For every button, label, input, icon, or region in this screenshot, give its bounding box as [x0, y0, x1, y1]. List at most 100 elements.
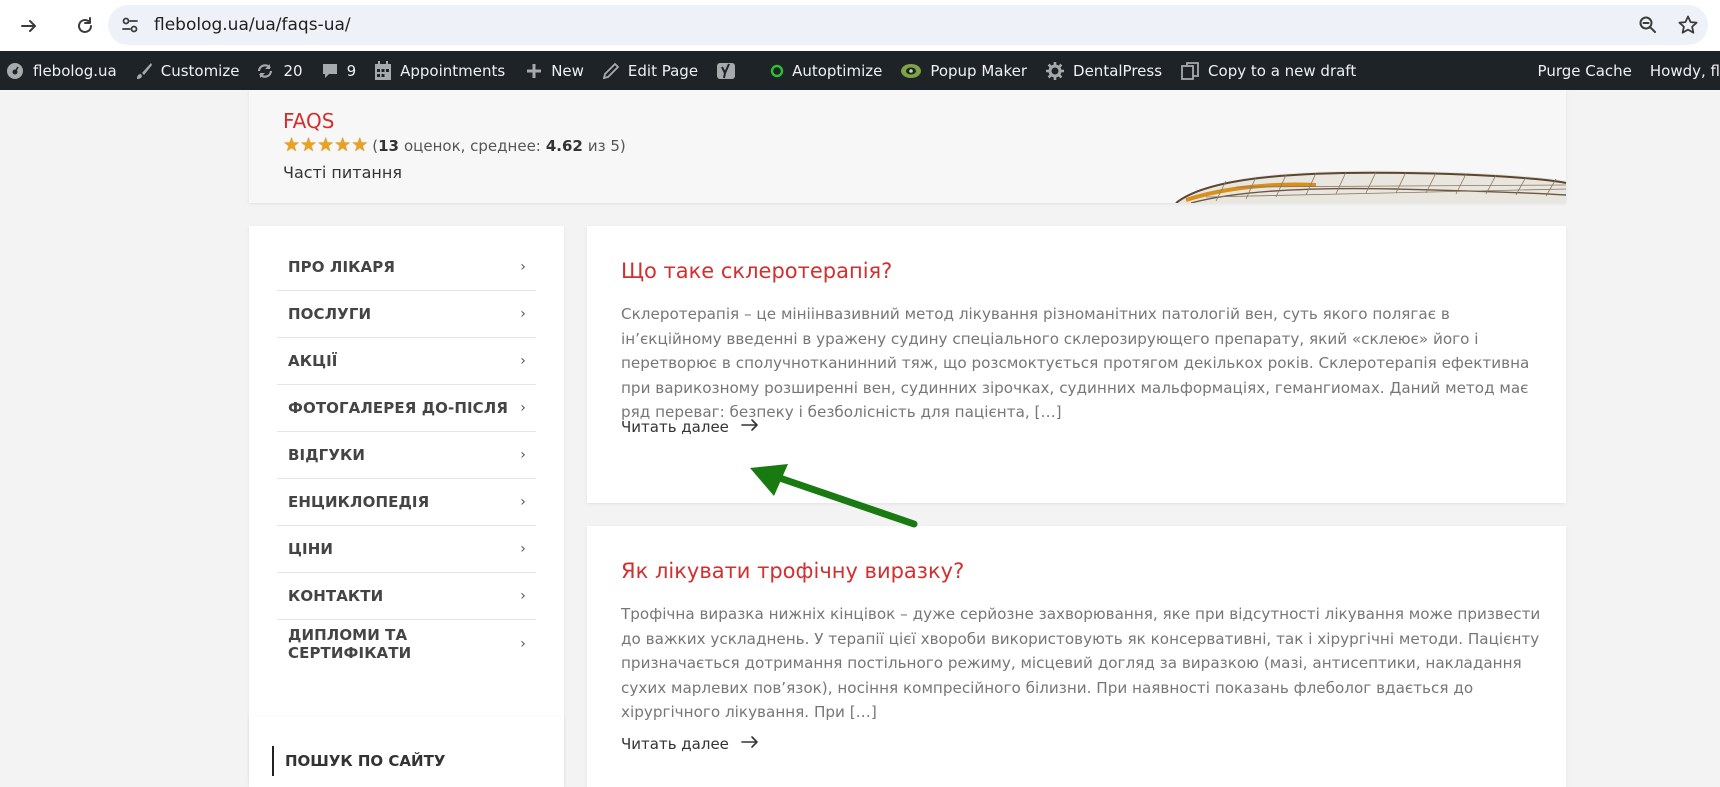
chevron-right-icon: ›	[520, 541, 526, 557]
admin-customize[interactable]: Customize	[129, 51, 246, 90]
arrow-right-icon	[741, 417, 759, 437]
sidebar-item-about-doctor[interactable]: ПРО ЛІКАРЯ ›	[277, 244, 536, 291]
admin-copy-draft-label: Copy to a new draft	[1208, 61, 1357, 80]
address-bar[interactable]: flebolog.ua/ua/faqs-ua/	[108, 5, 1708, 45]
admin-purge-cache[interactable]: Purge Cache	[1532, 51, 1638, 90]
read-more-label: Читать далее	[621, 735, 729, 753]
zoom-icon[interactable]	[1628, 5, 1668, 45]
yoast-icon	[716, 61, 736, 81]
sidebar-item-gallery[interactable]: ФОТОГАЛЕРЕЯ ДО-ПІСЛЯ ›	[277, 385, 536, 432]
star-icon[interactable]: ★	[317, 136, 334, 155]
sidebar-item-label: ФОТОГАЛЕРЕЯ ДО-ПІСЛЯ	[288, 399, 508, 417]
admin-appointments[interactable]: Appointments	[368, 51, 511, 90]
updates-icon	[255, 62, 275, 80]
dashboard-icon	[5, 61, 25, 81]
admin-edit-page[interactable]: Edit Page	[596, 51, 704, 90]
sidebar-item-label: АКЦІЇ	[288, 352, 338, 370]
admin-dentalpress-label: DentalPress	[1073, 61, 1163, 80]
read-more-link[interactable]: Читать далее	[621, 734, 759, 754]
chevron-right-icon: ›	[520, 306, 526, 322]
admin-new-label: New	[551, 61, 584, 80]
autoptimize-status-icon	[770, 64, 784, 78]
sidebar-item-contacts[interactable]: КОНТАКТИ ›	[277, 573, 536, 620]
admin-howdy-label: Howdy, fl	[1649, 61, 1720, 80]
site-settings-icon[interactable]	[118, 13, 142, 37]
admin-site-link[interactable]: flebolog.ua	[0, 51, 123, 90]
chevron-right-icon: ›	[520, 353, 526, 369]
admin-comments[interactable]: 9	[315, 51, 363, 90]
admin-updates[interactable]: 20	[249, 51, 308, 90]
chevron-right-icon: ›	[520, 635, 526, 652]
search-widget: ПОШУК ПО САЙТУ	[249, 716, 564, 787]
sidebar-item-label: ПОСЛУГИ	[288, 305, 372, 323]
sidebar-item-prices[interactable]: ЦІНИ ›	[277, 526, 536, 573]
admin-account[interactable]: Howdy, fl	[1644, 51, 1720, 90]
sidebar-item-label: ДИПЛОМИ ТА СЕРТИФІКАТИ	[288, 625, 412, 662]
post-title-link[interactable]: Як лікувати трофічну виразку?	[621, 559, 964, 583]
admin-copy-draft[interactable]: Copy to a new draft	[1174, 51, 1362, 90]
read-more-link[interactable]: Читать далее	[621, 417, 759, 437]
post-excerpt: Склеротерапія – це мініінвазивний метод …	[621, 305, 1530, 422]
page-content: FAQS ★ ★ ★ ★ ★ ( 13 оценок, среднее: 4.6…	[0, 90, 1720, 787]
sidebar-item-label: ЦІНИ	[288, 540, 334, 558]
comments-icon	[321, 62, 339, 80]
dragonfly-wing-image	[1175, 170, 1566, 203]
pencil-icon	[602, 62, 620, 80]
admin-appointments-label: Appointments	[400, 61, 506, 80]
admin-yoast[interactable]	[710, 51, 742, 90]
sidebar-menu: ПРО ЛІКАРЯ › ПОСЛУГИ › АКЦІЇ › ФОТОГАЛЕР…	[277, 244, 536, 667]
admin-dentalpress[interactable]: DentalPress	[1039, 51, 1168, 90]
rating-stars[interactable]: ★ ★ ★ ★ ★	[283, 136, 368, 155]
rating-count: 13	[378, 136, 399, 155]
sidebar-item-promotions[interactable]: АКЦІЇ ›	[277, 338, 536, 385]
star-icon[interactable]: ★	[351, 136, 368, 155]
bookmark-star-icon[interactable]	[1668, 5, 1708, 45]
sidebar-item-services[interactable]: ПОСЛУГИ ›	[277, 291, 536, 338]
page-title: FAQS	[283, 109, 335, 133]
admin-popup-maker-label: Popup Maker	[930, 61, 1028, 80]
rating-widget: ★ ★ ★ ★ ★ ( 13 оценок, среднее: 4.62 из …	[283, 136, 626, 155]
admin-site-label: flebolog.ua	[33, 61, 117, 80]
wp-admin-bar: flebolog.ua Customize 20 9 Appointments …	[0, 51, 1720, 90]
page-tagline: Часті питання	[283, 163, 402, 182]
sidebar-menu-widget: ПРО ЛІКАРЯ › ПОСЛУГИ › АКЦІЇ › ФОТОГАЛЕР…	[249, 226, 564, 783]
calendar-icon	[374, 60, 392, 81]
arrow-right-icon	[741, 734, 759, 754]
sidebar-item-diplomas[interactable]: ДИПЛОМИ ТА СЕРТИФІКАТИ ›	[277, 620, 536, 667]
sidebar-item-reviews[interactable]: ВІДГУКИ ›	[277, 432, 536, 479]
read-more-label: Читать далее	[621, 418, 729, 436]
browser-toolbar: flebolog.ua/ua/faqs-ua/	[0, 0, 1720, 51]
brush-icon	[135, 62, 153, 80]
post-excerpt: Трофічна виразка нижніх кінцівок – дуже …	[621, 605, 1541, 722]
admin-autoptimize-label: Autoptimize	[792, 61, 883, 80]
url-text[interactable]: flebolog.ua/ua/faqs-ua/	[154, 15, 351, 35]
star-icon[interactable]: ★	[283, 136, 300, 155]
search-widget-title: ПОШУК ПО САЙТУ	[272, 746, 445, 776]
star-icon[interactable]: ★	[334, 136, 351, 155]
forward-icon[interactable]	[11, 8, 47, 44]
page-header: FAQS ★ ★ ★ ★ ★ ( 13 оценок, среднее: 4.6…	[249, 90, 1566, 203]
rating-average: 4.62	[545, 136, 583, 155]
admin-popup-maker[interactable]: Popup Maker	[894, 51, 1033, 90]
plus-icon	[525, 62, 543, 80]
admin-customize-label: Customize	[160, 61, 240, 80]
chevron-right-icon: ›	[520, 400, 526, 416]
post-title-link[interactable]: Що таке склеротерапія?	[621, 259, 892, 283]
admin-comments-count: 9	[346, 61, 357, 80]
post-card: Як лікувати трофічну виразку? Трофічна в…	[587, 526, 1566, 787]
chevron-right-icon: ›	[520, 447, 526, 463]
popup-maker-icon	[900, 62, 922, 80]
chevron-right-icon: ›	[520, 259, 526, 275]
sidebar-item-label: ПРО ЛІКАРЯ	[288, 258, 395, 276]
star-icon[interactable]: ★	[300, 136, 317, 155]
sidebar-item-label: ВІДГУКИ	[288, 446, 366, 464]
sidebar-item-label: ЕНЦИКЛОПЕДІЯ	[288, 493, 430, 511]
reload-icon[interactable]	[67, 8, 103, 44]
admin-updates-count: 20	[283, 61, 303, 80]
admin-new[interactable]: New	[519, 51, 590, 90]
admin-autoptimize[interactable]: Autoptimize	[764, 51, 888, 90]
sidebar-item-encyclopedia[interactable]: ЕНЦИКЛОПЕДІЯ ›	[277, 479, 536, 526]
rating-text-2: из 5)	[587, 136, 626, 155]
chevron-right-icon: ›	[520, 588, 526, 604]
rating-text-1: оценок, среднее:	[403, 136, 541, 155]
